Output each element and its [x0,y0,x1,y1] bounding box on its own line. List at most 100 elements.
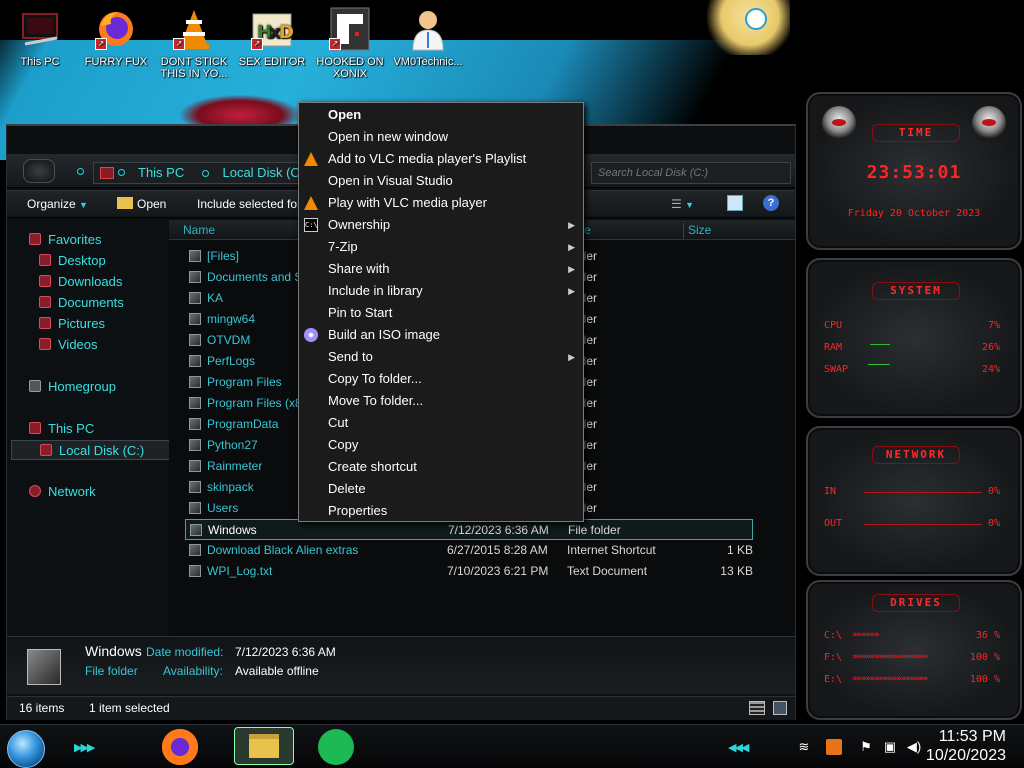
help-icon[interactable]: ? [763,195,779,211]
column-name[interactable]: Name [177,223,297,239]
menu-item-delete[interactable]: Delete [299,478,583,500]
computer-icon [100,167,114,179]
shortcut-arrow-icon: ↗ [95,38,107,50]
shortcut-arrow-icon: ↗ [251,38,263,50]
volume-icon[interactable]: ◀) [906,739,922,755]
preview-pane-icon[interactable] [727,195,743,211]
sidebar-item-label: Favorites [48,232,102,247]
menu-item-open-in-new-window[interactable]: Open in new window [299,126,583,148]
xonix-game-icon: ↗ [327,6,373,52]
menu-item-include-in-library[interactable]: Include in library ▶ [299,280,583,302]
desktop-icon-this-pc[interactable]: This PC [2,6,78,68]
desktop-icon-xonix[interactable]: ↗ HOOKED ON XONIX [312,6,388,80]
vlc-icon [304,152,318,166]
desktop-icon-label: VM0Technic... [393,56,463,68]
shortcut-arrow-icon: ↗ [173,38,185,50]
file-row[interactable]: WPI_Log.txt 7/10/2023 6:21 PM Text Documen… [185,561,753,582]
menu-item-play-with-vlc-media-player[interactable]: Play with VLC media player [299,192,583,214]
column-type[interactable]: e [579,223,669,239]
menu-item-open[interactable]: Open [299,104,583,126]
menu-item-share-with[interactable]: Share with ▶ [299,258,583,280]
doctor-icon [405,6,451,52]
open-label: Open [137,197,167,211]
breadcrumb-separator-icon [118,169,125,176]
taskbar: ▶▶▶ ◀◀◀ ≋ ⚑ ▣ ◀) 11:53 PM 10/20/2023 [0,724,1024,768]
start-button[interactable] [7,730,45,768]
sidebar-item-label: Videos [58,337,98,352]
menu-item-pin-to-start[interactable]: Pin to Start [299,302,583,324]
details-item-name: Windows [85,643,142,659]
swap-label: SWAP [824,364,849,375]
swap-value: 24% [981,364,1000,375]
back-forward-icon[interactable] [23,159,55,183]
sidebar-item-this-pc[interactable]: This PC [29,419,189,439]
details-availability-value: Available offline [235,664,319,678]
sidebar-item-network[interactable]: Network [29,482,189,502]
include-in-library-button[interactable]: Include selected fol [197,197,300,211]
menu-item-label: Add to VLC media player's Playlist [328,151,527,166]
breadcrumb-this-pc[interactable]: This PC [138,165,184,180]
desktop-icon-vm0technic[interactable]: VM0Technic... [390,6,466,68]
shortcut-arrow-icon: ↗ [329,38,341,50]
desktop-icon-firefox[interactable]: ↗ FURRY FUX [78,6,154,68]
time-widget-title: TIME [872,124,960,142]
sidebar-item-favorites[interactable]: Favorites [29,230,189,250]
menu-item-label: Open in Visual Studio [328,173,453,188]
sidebar-item-local-disk[interactable]: Local Disk (C:) [11,440,171,460]
menu-item-label: Share with [328,261,390,276]
menu-item-label: Send to [328,349,373,364]
file-row[interactable]: Download Black Alien extras 6/27/2015 8:2… [185,540,753,561]
svg-text:D: D [279,22,294,43]
submenu-arrow-icon: ▶ [568,242,575,252]
address-bar[interactable]: This PC Local Disk (C:) [93,162,303,184]
menu-item-label: Ownership [328,217,391,232]
details-view-icon[interactable] [749,701,765,715]
menu-item-create-shortcut[interactable]: Create shortcut [299,456,583,478]
desktop-icon-vlc[interactable]: ↗ DONT STICK THIS IN YO... [156,6,232,80]
desktop-icon-hxd[interactable]: HxD ↗ SEX EDITOR [234,6,310,68]
file-row[interactable]: Windows 7/12/2023 6:36 AM File folder [185,519,753,540]
sidebar-item-label: Pictures [58,316,105,331]
file-name: Rainmeter [207,459,263,473]
menu-item-move-to-folder[interactable]: Move To folder... [299,390,583,412]
breadcrumb-local-disk[interactable]: Local Disk (C:) [222,165,302,180]
firefox-icon[interactable] [162,729,198,765]
menu-item-copy-to-folder[interactable]: Copy To folder... [299,368,583,390]
column-size[interactable]: Size [683,223,749,239]
menu-item-7-zip[interactable]: 7-Zip ▶ [299,236,583,258]
view-options-icon[interactable]: ☰ ▼ [671,197,694,211]
recent-pages-icon[interactable] [77,168,84,175]
menu-item-add-to-vlc-media-player-s-playlist[interactable]: Add to VLC media player's Playlist [299,148,583,170]
tray-app-icon[interactable] [826,739,842,755]
large-icons-view-icon[interactable] [773,701,787,715]
spotify-icon[interactable] [318,729,354,765]
file-name: Python27 [207,438,258,452]
clock-date: 10/20/2023 [925,747,1006,764]
network-tray-icon[interactable]: ▣ [882,739,898,755]
details-availability-label: Availability: [163,664,223,678]
folder-icon [189,481,201,493]
menu-item-copy[interactable]: Copy [299,434,583,456]
open-button[interactable]: Open [117,197,166,211]
details-modified-label: Date modified: [146,645,224,659]
cpu-value: 7% [987,320,1000,331]
file-name: [Files] [207,249,240,263]
show-hidden-icons-icon[interactable]: ≋ [796,739,812,755]
menu-item-ownership[interactable]: C:\ Ownership ▶ [299,214,583,236]
file-name: PerfLogs [207,354,256,368]
menu-item-open-in-visual-studio[interactable]: Open in Visual Studio [299,170,583,192]
sidebar-item-homegroup[interactable]: Homegroup [29,377,189,397]
ram-graph-line [870,344,890,345]
menu-item-send-to[interactable]: Send to ▶ [299,346,583,368]
drive-icon [40,444,52,456]
file-explorer-icon[interactable] [234,727,294,765]
search-input[interactable] [591,162,791,184]
download-icon [39,275,51,287]
organize-button[interactable]: Organize ▼ [27,197,88,211]
menu-item-properties[interactable]: Properties [299,500,583,522]
action-center-flag-icon[interactable]: ⚑ [858,739,874,755]
system-clock[interactable]: 11:53 PM 10/20/2023 [926,727,1006,765]
menu-item-build-an-iso-image[interactable]: Build an ISO image [299,324,583,346]
menu-item-cut[interactable]: Cut [299,412,583,434]
file-name: Users [207,501,239,515]
